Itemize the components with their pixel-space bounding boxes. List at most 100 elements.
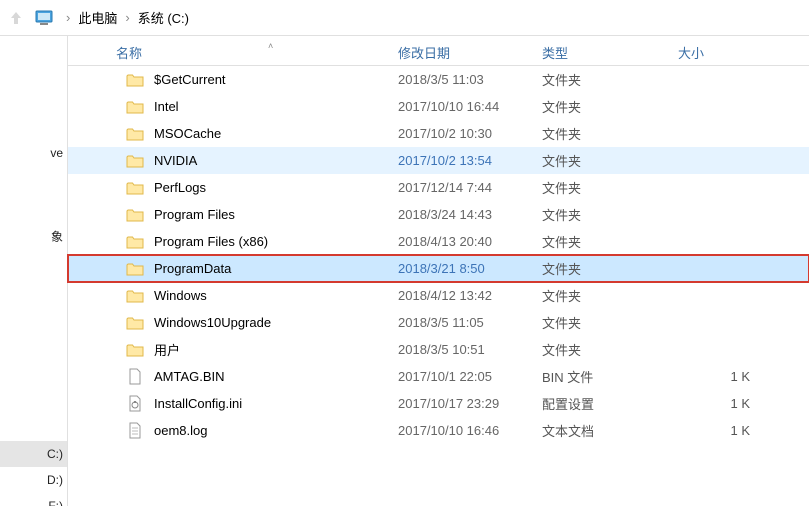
nav-item-d-drive[interactable]: D:) (0, 467, 67, 493)
file-list: $GetCurrent2018/3/5 11:03文件夹Intel2017/10… (68, 66, 809, 506)
file-date-cell: 2018/3/5 11:05 (398, 315, 542, 330)
file-icon (126, 368, 144, 386)
up-arrow-icon[interactable] (4, 6, 28, 30)
file-row[interactable]: oem8.log 2017/10/10 16:46文本文档1 K (68, 417, 809, 444)
file-name-cell: oem8.log (68, 422, 398, 440)
file-date-cell: 2017/12/14 7:44 (398, 180, 542, 195)
file-type-cell: 配置设置 (542, 394, 678, 413)
breadcrumb-drive[interactable]: 系统 (C:) (136, 8, 191, 27)
folder-row[interactable]: 用户2018/3/5 10:51文件夹 (68, 336, 809, 363)
col-header-size[interactable]: 大小 (678, 43, 758, 62)
col-header-date[interactable]: 修改日期 (398, 43, 542, 62)
folder-icon (126, 314, 144, 332)
folder-row[interactable]: Program Files2018/3/24 14:43文件夹 (68, 201, 809, 228)
file-name-label: AMTAG.BIN (154, 369, 225, 384)
file-name-cell: Windows10Upgrade (68, 314, 398, 332)
folder-row[interactable]: Windows10Upgrade 2018/3/5 11:05文件夹 (68, 309, 809, 336)
breadcrumb-separator: › (119, 10, 135, 25)
nav-item-c-drive[interactable]: C:) (0, 441, 67, 467)
file-type-cell: 文件夹 (542, 124, 678, 143)
file-name-label: Intel (154, 99, 179, 114)
folder-icon (126, 125, 144, 143)
file-name-label: MSOCache (154, 126, 221, 141)
nav-item[interactable]: 象 (0, 222, 67, 251)
file-name-label: NVIDIA (154, 153, 197, 168)
col-header-name-label: 名称 (116, 46, 142, 61)
folder-row[interactable]: $GetCurrent2018/3/5 11:03文件夹 (68, 66, 809, 93)
file-date-cell: 2018/3/24 14:43 (398, 207, 542, 222)
nav-item-f-drive[interactable]: F:) (0, 493, 67, 506)
file-size-cell: 1 K (678, 423, 758, 438)
folder-icon (126, 341, 144, 359)
file-type-cell: BIN 文件 (542, 367, 678, 386)
address-bar: › 此电脑 › 系统 (C:) (0, 0, 809, 36)
nav-item[interactable] (0, 80, 67, 92)
folder-icon (126, 287, 144, 305)
breadcrumb-root[interactable]: 此电脑 (76, 8, 119, 27)
file-name-label: PerfLogs (154, 180, 206, 195)
folder-icon (126, 98, 144, 116)
file-type-cell: 文件夹 (542, 151, 678, 170)
folder-icon (126, 233, 144, 251)
folder-row[interactable]: MSOCache 2017/10/2 10:30文件夹 (68, 120, 809, 147)
file-date-cell: 2018/3/5 11:03 (398, 72, 542, 87)
file-name-label: InstallConfig.ini (154, 396, 242, 411)
nav-item[interactable]: ve (0, 140, 67, 166)
breadcrumb-separator: › (60, 10, 76, 25)
file-type-cell: 文件夹 (542, 178, 678, 197)
file-date-cell: 2017/10/1 22:05 (398, 369, 542, 384)
file-size-cell: 1 K (678, 369, 758, 384)
file-name-label: Windows10Upgrade (154, 315, 271, 330)
folder-icon (126, 71, 144, 89)
file-date-cell: 2017/10/2 13:54 (398, 153, 542, 168)
file-name-cell: NVIDIA (68, 152, 398, 170)
file-name-label: Windows (154, 288, 207, 303)
folder-row[interactable]: ProgramData 2018/3/21 8:50文件夹 (68, 255, 809, 282)
file-date-cell: 2017/10/2 10:30 (398, 126, 542, 141)
file-name-cell: $GetCurrent (68, 71, 398, 89)
file-name-label: oem8.log (154, 423, 207, 438)
file-type-cell: 文件夹 (542, 259, 678, 278)
file-type-cell: 文件夹 (542, 205, 678, 224)
left-nav-panel: ve 象 C:) D:) F:) G:) (0, 36, 68, 506)
folder-icon (126, 260, 144, 278)
file-date-cell: 2017/10/10 16:46 (398, 423, 542, 438)
file-pane: 名称 ˄ 修改日期 类型 大小 $GetCurrent2018/3/5 11:0… (68, 36, 809, 506)
file-type-cell: 文件夹 (542, 313, 678, 332)
text-file-icon (126, 422, 144, 440)
file-date-cell: 2018/4/12 13:42 (398, 288, 542, 303)
file-name-cell: 用户 (68, 340, 398, 359)
file-row[interactable]: AMTAG.BIN 2017/10/1 22:05BIN 文件1 K (68, 363, 809, 390)
file-name-cell: AMTAG.BIN (68, 368, 398, 386)
file-name-cell: InstallConfig.ini (68, 395, 398, 413)
file-date-cell: 2018/3/5 10:51 (398, 342, 542, 357)
folder-row[interactable]: PerfLogs 2017/12/14 7:44文件夹 (68, 174, 809, 201)
file-name-cell: Intel (68, 98, 398, 116)
file-date-cell: 2017/10/17 23:29 (398, 396, 542, 411)
file-name-cell: Program Files (68, 206, 398, 224)
col-header-name[interactable]: 名称 ˄ (68, 43, 398, 62)
file-name-label: 用户 (154, 340, 180, 359)
file-name-cell: PerfLogs (68, 179, 398, 197)
file-date-cell: 2018/4/13 20:40 (398, 234, 542, 249)
folder-icon (126, 206, 144, 224)
folder-icon (126, 179, 144, 197)
file-name-label: Program Files (x86) (154, 234, 268, 249)
file-date-cell: 2017/10/10 16:44 (398, 99, 542, 114)
file-date-cell: 2018/3/21 8:50 (398, 261, 542, 276)
file-row[interactable]: InstallConfig.ini2017/10/17 23:29配置设置1 K (68, 390, 809, 417)
file-name-cell: ProgramData (68, 260, 398, 278)
file-type-cell: 文件夹 (542, 286, 678, 305)
folder-row[interactable]: Windows 2018/4/12 13:42文件夹 (68, 282, 809, 309)
file-type-cell: 文本文档 (542, 421, 678, 440)
main-area: ve 象 C:) D:) F:) G:) 名称 ˄ 修改日期 类型 大小 $Ge… (0, 36, 809, 506)
file-type-cell: 文件夹 (542, 70, 678, 89)
folder-row[interactable]: NVIDIA 2017/10/2 13:54文件夹 (68, 147, 809, 174)
file-name-label: ProgramData (154, 261, 231, 276)
col-header-type[interactable]: 类型 (542, 43, 678, 62)
column-headers: 名称 ˄ 修改日期 类型 大小 (68, 36, 809, 66)
file-name-cell: Program Files (x86) (68, 233, 398, 251)
file-type-cell: 文件夹 (542, 97, 678, 116)
folder-row[interactable]: Program Files (x86)2018/4/13 20:40文件夹 (68, 228, 809, 255)
folder-row[interactable]: Intel 2017/10/10 16:44文件夹 (68, 93, 809, 120)
